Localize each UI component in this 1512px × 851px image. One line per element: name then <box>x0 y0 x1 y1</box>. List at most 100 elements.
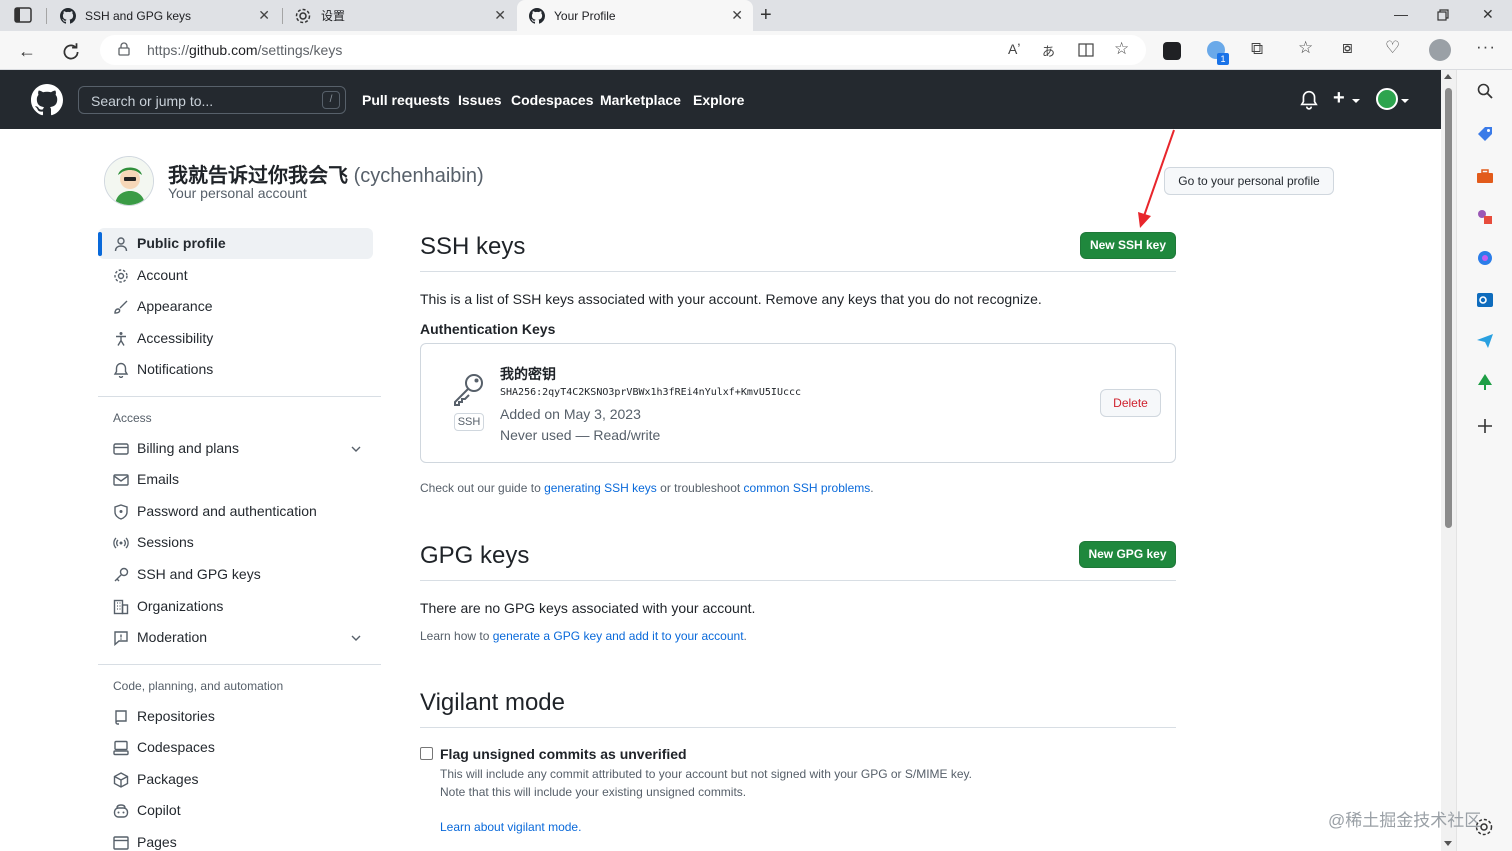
sidebar-item-billing[interactable]: Billing and plans <box>98 433 373 464</box>
tab-actions-icon[interactable] <box>14 7 32 23</box>
scroll-down-arrow[interactable] <box>1444 841 1452 846</box>
github-icon <box>60 7 76 24</box>
display-name: 我就告诉过你我会飞 <box>168 165 348 187</box>
sidebar-item-pages[interactable]: Pages <box>98 827 373 851</box>
sidebar-item-repositories[interactable]: Repositories <box>98 701 373 732</box>
chevron-down-icon[interactable] <box>351 633 361 643</box>
chevron-down-icon[interactable] <box>351 444 361 454</box>
close-window-button[interactable]: ✕ <box>1482 6 1494 23</box>
gear-icon[interactable] <box>1474 817 1494 837</box>
profile-avatar[interactable] <box>1429 39 1451 61</box>
nav-issues[interactable]: Issues <box>458 92 502 108</box>
common-ssh-problems-link[interactable]: common SSH problems <box>744 481 871 495</box>
delete-key-button[interactable]: Delete <box>1100 389 1161 417</box>
restore-button[interactable] <box>1437 9 1449 21</box>
back-button[interactable]: ← <box>16 40 38 62</box>
sidebar-item-codespaces[interactable]: Codespaces <box>98 732 373 763</box>
search-icon[interactable] <box>1476 82 1494 100</box>
tab-settings[interactable]: 设置 ✕ <box>282 0 516 31</box>
gpg-learn-text: Learn how to generate a GPG key and add … <box>420 629 747 643</box>
more-menu-icon[interactable]: ··· <box>1476 37 1496 57</box>
new-tab-button[interactable]: + <box>760 5 772 25</box>
favorites-icon[interactable]: ☆ <box>1298 38 1313 58</box>
tree-icon[interactable] <box>1476 373 1494 391</box>
performance-icon[interactable]: ♡ <box>1385 38 1400 58</box>
sidebar-item-label: Appearance <box>137 298 213 314</box>
sidebar-item-notifications[interactable]: Notifications <box>98 354 373 385</box>
flag-unsigned-checkbox[interactable] <box>420 747 433 760</box>
vigilant-desc-2: Note that this will include your existin… <box>440 785 747 799</box>
sidebar-item-account[interactable]: Account <box>98 260 373 291</box>
sidebar-item-organizations[interactable]: Organizations <box>98 591 373 622</box>
collections-icon[interactable]: ⧇ <box>1342 38 1353 58</box>
sidebar-item-emails[interactable]: Emails <box>98 464 373 495</box>
sidebar-item-appearance[interactable]: Appearance <box>98 291 373 322</box>
learn-suffix: . <box>743 629 747 643</box>
go-to-profile-button[interactable]: Go to your personal profile <box>1164 167 1334 195</box>
sidebar-item-label: SSH and GPG keys <box>137 566 261 582</box>
create-new-icon[interactable]: + <box>1333 88 1345 108</box>
translate-icon[interactable]: あ <box>1042 41 1055 60</box>
generating-ssh-keys-link[interactable]: generating SSH keys <box>544 481 657 495</box>
games-icon[interactable] <box>1476 208 1494 226</box>
tab-title: 设置 <box>321 9 346 23</box>
section-divider <box>420 271 1176 272</box>
chevron-down-icon <box>1401 99 1409 103</box>
add-icon[interactable] <box>1476 417 1494 435</box>
office-icon[interactable] <box>1476 249 1494 267</box>
flag-unsigned-label[interactable]: Flag unsigned commits as unverified <box>440 746 687 762</box>
url-input[interactable]: https://github.com/settings/keys Aʼ あ ☆ <box>100 35 1146 65</box>
nav-pull-requests[interactable]: Pull requests <box>362 92 450 108</box>
new-gpg-key-button[interactable]: New GPG key <box>1079 541 1176 568</box>
scrollbar-thumb[interactable] <box>1445 88 1452 528</box>
close-icon[interactable]: ✕ <box>258 8 270 22</box>
sidebar-item-accessibility[interactable]: Accessibility <box>98 323 373 354</box>
vigilant-desc-1: This will include any commit attributed … <box>440 767 973 781</box>
sidebar-item-public-profile[interactable]: Public profile <box>98 228 373 259</box>
profile-avatar-large[interactable] <box>104 156 154 206</box>
close-icon[interactable]: ✕ <box>731 8 743 22</box>
nav-codespaces[interactable]: Codespaces <box>511 92 593 108</box>
github-logo-icon[interactable] <box>31 84 63 116</box>
toolbox-icon[interactable] <box>1476 167 1494 185</box>
nav-explore[interactable]: Explore <box>693 92 744 108</box>
refresh-icon[interactable] <box>60 41 82 63</box>
tab-ssh-gpg-keys[interactable]: SSH and GPG keys ✕ <box>48 0 280 31</box>
search-input[interactable]: Search or jump to... / <box>78 86 346 114</box>
minimize-button[interactable]: — <box>1394 6 1408 22</box>
send-icon[interactable] <box>1476 332 1494 350</box>
page-scrollbar[interactable] <box>1441 70 1456 851</box>
tab-your-profile[interactable]: Your Profile ✕ <box>517 0 753 31</box>
lock-icon[interactable] <box>118 42 130 56</box>
puzzle-icon[interactable]: ⧉ <box>1251 39 1263 59</box>
read-aloud-icon[interactable]: Aʼ <box>1008 41 1020 57</box>
address-bar-row: ← https://github.com/settings/keys Aʼ あ … <box>0 31 1512 70</box>
generate-gpg-key-link[interactable]: generate a GPG key and add it to your ac… <box>493 629 744 643</box>
split-screen-icon[interactable] <box>1078 43 1094 57</box>
sidebar-item-packages[interactable]: Packages <box>98 764 373 795</box>
user-avatar[interactable] <box>1376 88 1398 110</box>
sidebar-item-copilot[interactable]: Copilot <box>98 795 373 826</box>
nav-marketplace[interactable]: Marketplace <box>600 92 681 108</box>
add-favorite-icon[interactable]: ☆ <box>1114 39 1129 59</box>
guide-mid: or troubleshoot <box>656 481 744 495</box>
username: (cychenhaibin) <box>353 165 484 187</box>
sidebar-item-password-authentication[interactable]: Password and authentication <box>98 496 373 527</box>
extension-icon[interactable] <box>1163 42 1181 60</box>
scroll-up-arrow[interactable] <box>1444 74 1452 79</box>
section-divider <box>420 727 1176 728</box>
avatar-illustration <box>105 157 153 205</box>
tag-icon[interactable] <box>1476 125 1494 143</box>
sidebar-item-sessions[interactable]: Sessions <box>98 527 373 558</box>
close-icon[interactable]: ✕ <box>494 8 506 22</box>
learn-prefix: Learn how to <box>420 629 493 643</box>
new-ssh-key-button[interactable]: New SSH key <box>1080 232 1176 259</box>
bell-icon[interactable] <box>1300 90 1318 110</box>
paintbrush-icon <box>114 300 128 314</box>
outlook-icon[interactable] <box>1476 291 1494 309</box>
vigilant-learn-link[interactable]: Learn about vigilant mode. <box>440 820 581 834</box>
sidebar-item-label: Repositories <box>137 708 215 724</box>
sidebar-item-ssh-gpg-keys[interactable]: SSH and GPG keys <box>98 559 373 590</box>
sidebar-item-moderation[interactable]: Moderation <box>98 622 373 653</box>
guide-suffix: . <box>870 481 874 495</box>
